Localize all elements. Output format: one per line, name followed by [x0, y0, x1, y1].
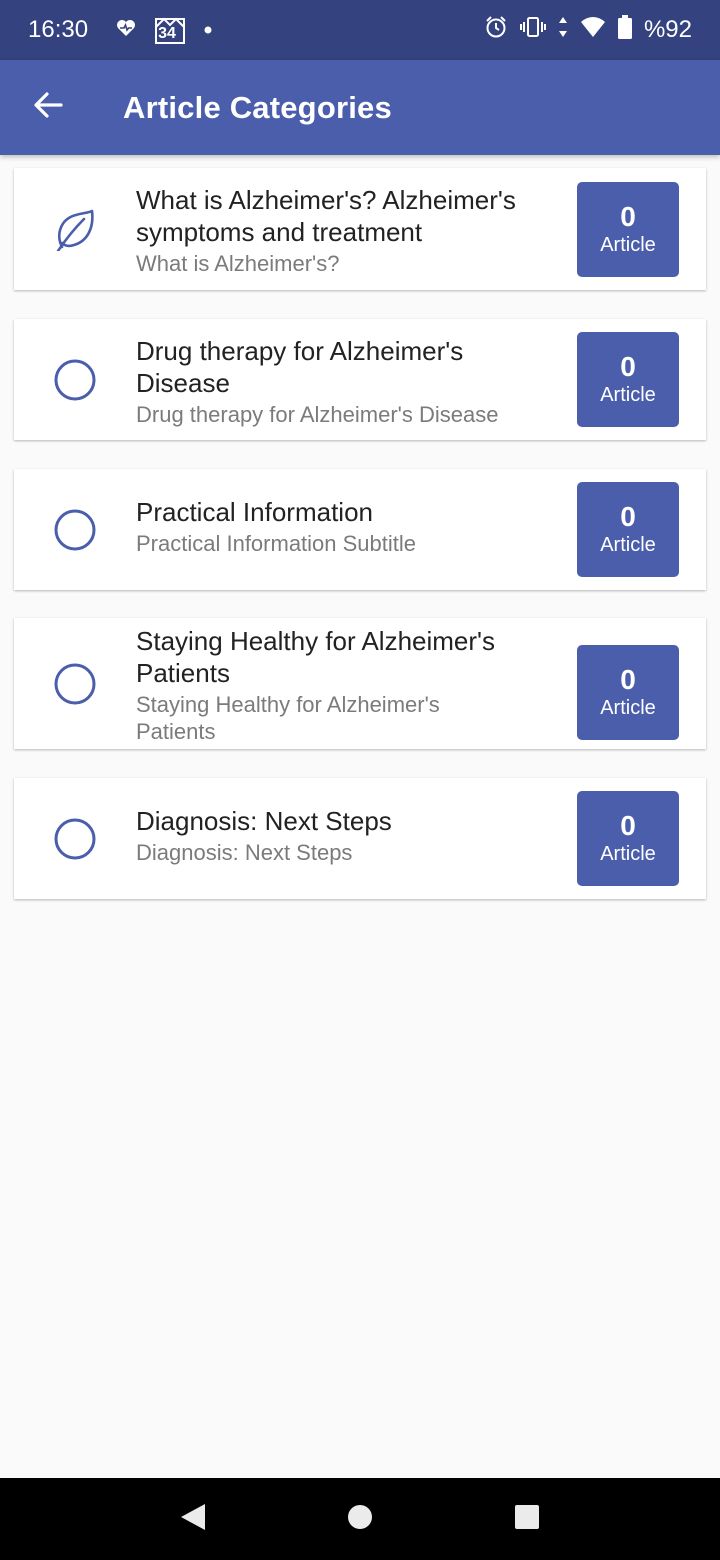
- status-left-icons: 34: [116, 15, 212, 45]
- article-count-label: Article: [600, 696, 656, 719]
- article-count-label: Article: [600, 233, 656, 256]
- category-text: Diagnosis: Next Steps Diagnosis: Next St…: [136, 805, 556, 866]
- category-card[interactable]: Practical Information Practical Informat…: [14, 469, 706, 590]
- category-title: What is Alzheimer's? Alzheimer's symptom…: [136, 185, 516, 247]
- category-title: Staying Healthy for Alzheimer's Patients: [136, 626, 496, 688]
- article-count: 0: [620, 500, 636, 532]
- category-title: Drug therapy for Alzheimer's Disease: [136, 336, 464, 398]
- calendar-34-icon: 34: [154, 15, 186, 45]
- article-count: 0: [620, 663, 636, 695]
- category-card[interactable]: Drug therapy for Alzheimer's Disease Dru…: [14, 319, 706, 440]
- category-card[interactable]: Staying Healthy for Alzheimer's Patients…: [14, 618, 706, 749]
- article-count: 0: [620, 809, 636, 841]
- leaf-icon: [54, 208, 96, 251]
- nav-recents-button[interactable]: [497, 1489, 557, 1549]
- article-count-label: Article: [600, 842, 656, 865]
- category-card[interactable]: Diagnosis: Next Steps Diagnosis: Next St…: [14, 778, 706, 899]
- battery-level: %92: [643, 16, 692, 43]
- category-subtitle: Practical Information Subtitle: [136, 531, 417, 556]
- heart-icon: [116, 19, 136, 42]
- article-count-badge: 0 Article: [577, 482, 679, 577]
- back-triangle-icon: [179, 1502, 207, 1537]
- category-subtitle: Diagnosis: Next Steps: [136, 840, 353, 865]
- wifi-icon: [580, 16, 606, 45]
- article-count-badge: 0 Article: [577, 645, 679, 740]
- category-title: Practical Information: [136, 497, 373, 527]
- article-count-badge: 0 Article: [577, 182, 679, 277]
- recents-square-icon: [514, 1504, 540, 1535]
- vibrate-icon: [519, 16, 546, 45]
- nav-back-button[interactable]: [163, 1489, 223, 1549]
- article-count: 0: [620, 350, 636, 382]
- category-text: Practical Information Practical Informat…: [136, 496, 556, 557]
- page-title: Article Categories: [123, 89, 392, 125]
- category-subtitle: What is Alzheimer's?: [136, 251, 340, 276]
- circle-icon: [54, 359, 96, 401]
- circle-icon: [54, 818, 96, 860]
- nav-home-button[interactable]: [330, 1489, 390, 1549]
- app-bar: Article Categories: [0, 60, 720, 155]
- category-text: What is Alzheimer's? Alzheimer's symptom…: [136, 184, 556, 277]
- category-text: Staying Healthy for Alzheimer's Patients…: [136, 625, 556, 745]
- arrow-left-icon: [33, 92, 63, 123]
- battery-icon: [617, 14, 632, 46]
- category-card[interactable]: What is Alzheimer's? Alzheimer's symptom…: [14, 168, 706, 290]
- category-title: Diagnosis: Next Steps: [136, 806, 392, 836]
- alarm-icon: [484, 15, 508, 46]
- data-arrows-icon: [558, 16, 568, 45]
- category-text: Drug therapy for Alzheimer's Disease Dru…: [136, 335, 556, 428]
- home-circle-icon: [347, 1504, 373, 1535]
- status-right-icons: %92: [484, 14, 692, 46]
- calendar-day: 34: [158, 25, 176, 42]
- article-count-label: Article: [600, 533, 656, 556]
- circle-icon: [54, 663, 96, 705]
- status-time: 16:30: [28, 16, 89, 43]
- back-button[interactable]: [0, 60, 96, 155]
- circle-icon: [54, 509, 96, 551]
- article-count-badge: 0 Article: [577, 332, 679, 427]
- status-bar: 16:30 34 %92: [0, 0, 720, 60]
- article-count: 0: [620, 200, 636, 232]
- category-subtitle: Staying Healthy for Alzheimer's Patients: [136, 692, 440, 744]
- article-count-label: Article: [600, 383, 656, 406]
- dot-icon: [204, 21, 212, 39]
- category-subtitle: Drug therapy for Alzheimer's Disease: [136, 402, 499, 427]
- article-count-badge: 0 Article: [577, 791, 679, 886]
- system-nav-bar: [0, 1478, 720, 1560]
